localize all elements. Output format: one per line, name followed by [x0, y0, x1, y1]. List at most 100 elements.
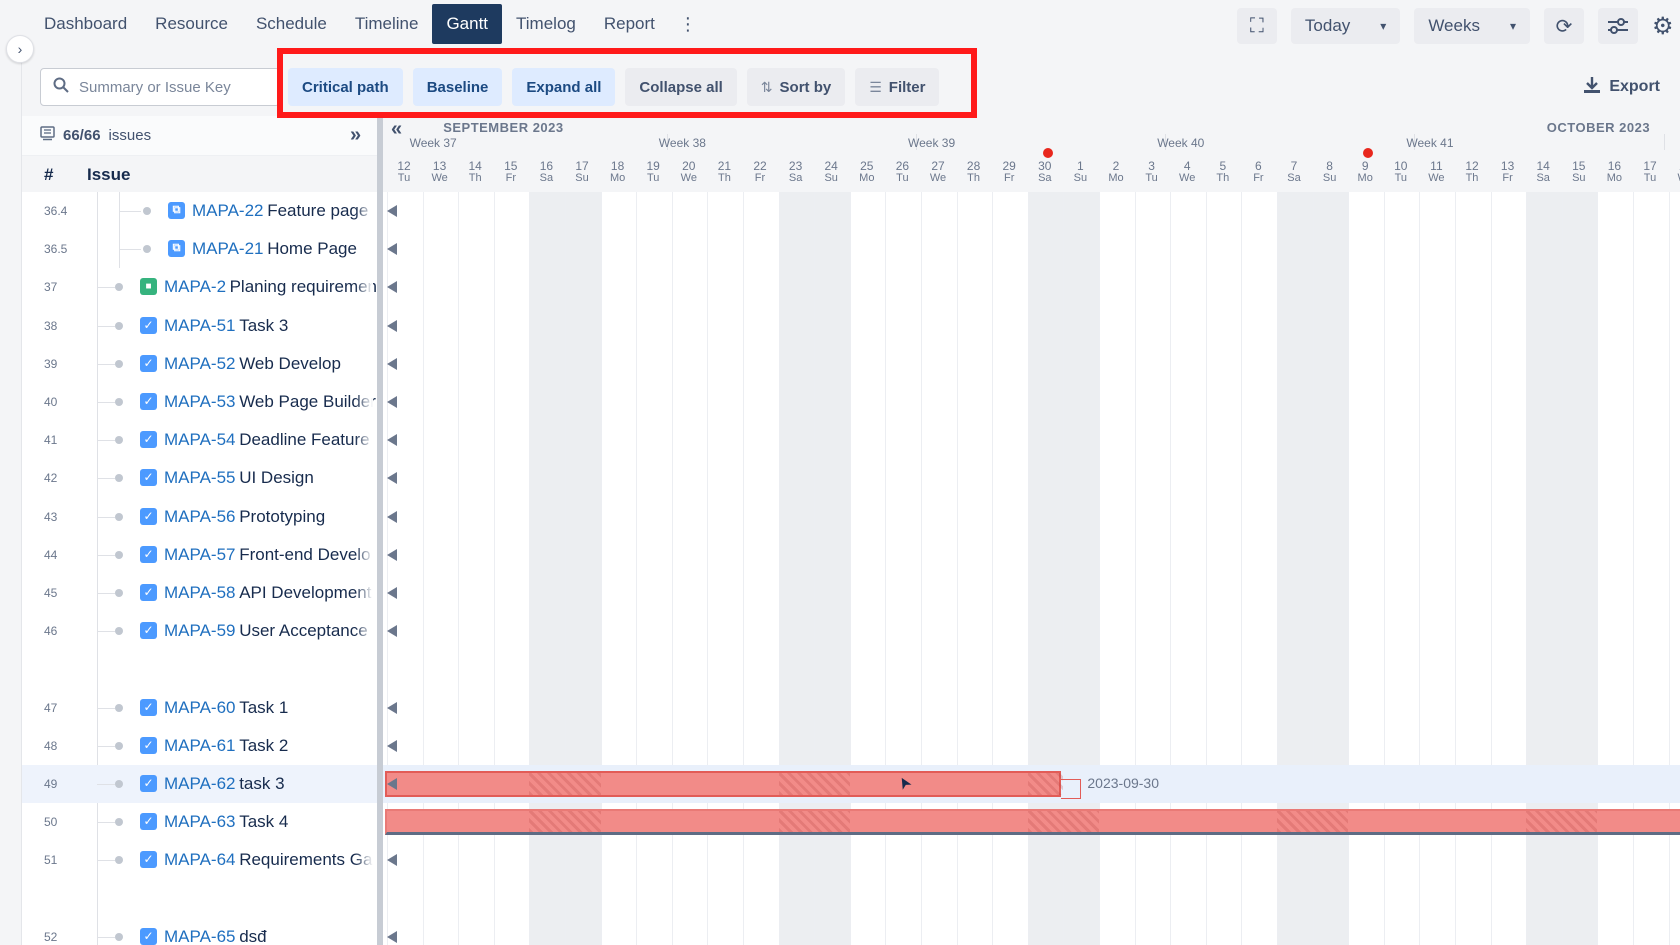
issue-key-link[interactable]: MAPA-60 [164, 698, 236, 718]
issue-key-link[interactable]: MAPA-64 [164, 850, 236, 870]
panel-resize-handle[interactable] [377, 116, 383, 945]
sidebar-expand-button[interactable]: › [6, 35, 34, 63]
tree-guide-line [119, 230, 120, 269]
issue-key-link[interactable]: MAPA-62 [164, 774, 236, 794]
export-button[interactable]: Export [1573, 68, 1670, 106]
tab-gantt[interactable]: Gantt [432, 4, 503, 44]
gear-button[interactable]: ⚙ [1652, 8, 1680, 44]
tab-timelog[interactable]: Timelog [502, 4, 590, 44]
day-name: Fr [1003, 172, 1015, 184]
dependency-connector [1061, 779, 1082, 799]
refresh-button[interactable]: ⟳ [1544, 8, 1584, 44]
baseline-button[interactable]: Baseline [412, 68, 503, 106]
issue-key-link[interactable]: MAPA-52 [164, 354, 236, 374]
week-separator [1663, 134, 1665, 150]
issue-row[interactable]: 47 ✓ MAPA-60 Task 1 [22, 688, 377, 727]
issue-key-link[interactable]: MAPA-51 [164, 316, 236, 336]
issue-row[interactable]: 42 ✓ MAPA-55 UI Design [22, 459, 377, 498]
fullscreen-button[interactable]: ⛶ [1236, 8, 1277, 44]
nav-tabs: Dashboard Resource Schedule Timeline Gantt Ti… [30, 4, 707, 44]
issue-key-link[interactable]: MAPA-22 [192, 201, 264, 221]
issue-row[interactable]: 40 ✓ MAPA-53 Web Page Builder [22, 383, 377, 421]
collapse-all-button[interactable]: Collapse all [625, 68, 737, 106]
tree-node-dot [115, 436, 123, 445]
tab-schedule[interactable]: Schedule [242, 4, 341, 44]
critical-path-button[interactable]: Critical path [288, 68, 403, 106]
issue-row[interactable]: 51 ✓ MAPA-64 Requirements Ga [22, 841, 377, 880]
issue-key-link[interactable]: MAPA-57 [164, 545, 236, 565]
issue-row[interactable]: 45 ✓ MAPA-58 API Development [22, 574, 377, 612]
day-name: Sa [539, 172, 554, 184]
issue-row[interactable]: 48 ✓ MAPA-61 Task 2 [22, 726, 377, 765]
issue-row[interactable]: 41 ✓ MAPA-54 Deadline Feature [22, 421, 377, 460]
zoom-dropdown[interactable]: Weeks ▾ [1414, 8, 1530, 44]
filter-button[interactable]: ☰ Filter [855, 68, 940, 106]
issue-key-link[interactable]: MAPA-21 [192, 239, 264, 259]
offscreen-bar-arrow-icon[interactable] [387, 701, 397, 714]
issue-key-link[interactable]: MAPA-53 [164, 392, 236, 412]
day-name: Fr [1502, 172, 1513, 184]
sort-by-button[interactable]: ⇅ Sort by [746, 68, 846, 106]
day-number: 19 [646, 159, 660, 173]
issue-key-link[interactable]: MAPA-56 [164, 507, 236, 527]
double-chevron-left-icon: « [391, 118, 403, 140]
chevron-right-icon: › [17, 41, 23, 57]
tab-timeline[interactable]: Timeline [341, 4, 433, 44]
issue-row[interactable]: 36.4 ⧉ MAPA-22 Feature page [22, 192, 377, 230]
tab-dashboard[interactable]: Dashboard [30, 4, 141, 44]
issue-row[interactable]: 43 ✓ MAPA-56 Prototyping [22, 497, 377, 536]
day-name: Su [824, 172, 838, 184]
issue-row[interactable]: 37 ■ MAPA-2 Planing requiremen [22, 268, 377, 307]
expand-panel-button[interactable]: » [350, 124, 361, 147]
issue-key-link[interactable]: MAPA-65 [164, 927, 236, 945]
issue-row[interactable]: 39 ✓ MAPA-52 Web Develop [22, 344, 377, 383]
issue-row[interactable]: 46 ✓ MAPA-59 User Acceptance [22, 612, 377, 651]
offscreen-bar-arrow-icon[interactable] [387, 319, 397, 332]
overflow-fade [355, 383, 373, 421]
offscreen-bar-arrow-icon[interactable] [387, 357, 397, 370]
offscreen-bar-arrow-icon[interactable] [387, 930, 397, 943]
day-number: 1 [1077, 159, 1084, 173]
issue-row[interactable]: 36.5 ⧉ MAPA-21 Home Page [22, 230, 377, 269]
search-box[interactable] [40, 68, 280, 106]
issue-key-link[interactable]: MAPA-61 [164, 736, 236, 756]
weekend-hatch [778, 811, 850, 833]
today-dropdown[interactable]: Today ▾ [1290, 8, 1401, 44]
expand-all-button[interactable]: Expand all [512, 68, 616, 106]
issue-key-link[interactable]: MAPA-2 [164, 277, 226, 297]
offscreen-bar-arrow-icon[interactable] [387, 396, 397, 408]
offscreen-bar-arrow-icon[interactable] [387, 434, 397, 447]
scroll-left-button[interactable]: « [391, 118, 402, 141]
day-number: 22 [753, 159, 767, 173]
offscreen-bar-arrow-icon[interactable] [387, 510, 397, 523]
offscreen-bar-arrow-icon[interactable] [387, 854, 397, 867]
issue-row[interactable]: 50 ✓ MAPA-63 Task 4 [22, 803, 377, 842]
task-bar-mapa-63[interactable] [385, 809, 1680, 836]
offscreen-bar-arrow-icon[interactable] [387, 739, 397, 752]
issue-row[interactable]: 44 ✓ MAPA-57 Front-end Develo [22, 535, 377, 574]
task-checkbox-icon: ✓ [140, 316, 157, 334]
tab-report[interactable]: Report [590, 4, 669, 44]
issue-key-link[interactable]: MAPA-55 [164, 468, 236, 488]
issue-row[interactable]: 52 ✓ MAPA-65 dsđ [22, 917, 377, 945]
issue-key-link[interactable]: MAPA-63 [164, 812, 236, 832]
search-input[interactable] [79, 78, 264, 96]
day-number: 24 [824, 159, 838, 173]
issue-key-link[interactable]: MAPA-58 [164, 583, 236, 603]
settings-sliders-button[interactable] [1598, 8, 1638, 44]
issue-row[interactable]: 38 ✓ MAPA-51 Task 3 [22, 306, 377, 345]
issue-key-link[interactable]: MAPA-59 [164, 621, 236, 641]
offscreen-bar-arrow-icon[interactable] [387, 281, 397, 294]
row-number: 38 [44, 318, 58, 333]
offscreen-bar-arrow-icon[interactable] [387, 625, 397, 638]
task-bar-mapa-62[interactable] [385, 771, 1064, 797]
offscreen-bar-arrow-icon[interactable] [387, 205, 397, 217]
offscreen-bar-arrow-icon[interactable] [387, 472, 397, 485]
issue-key-link[interactable]: MAPA-54 [164, 430, 236, 450]
tab-resource[interactable]: Resource [141, 4, 242, 44]
offscreen-bar-arrow-icon[interactable] [387, 587, 397, 599]
offscreen-bar-arrow-icon[interactable] [387, 548, 397, 561]
kebab-vertical-icon[interactable]: ⋮ [669, 4, 707, 44]
issue-row[interactable]: 49 ✓ MAPA-62 task 3 [22, 765, 377, 803]
offscreen-bar-arrow-icon[interactable] [387, 243, 397, 256]
